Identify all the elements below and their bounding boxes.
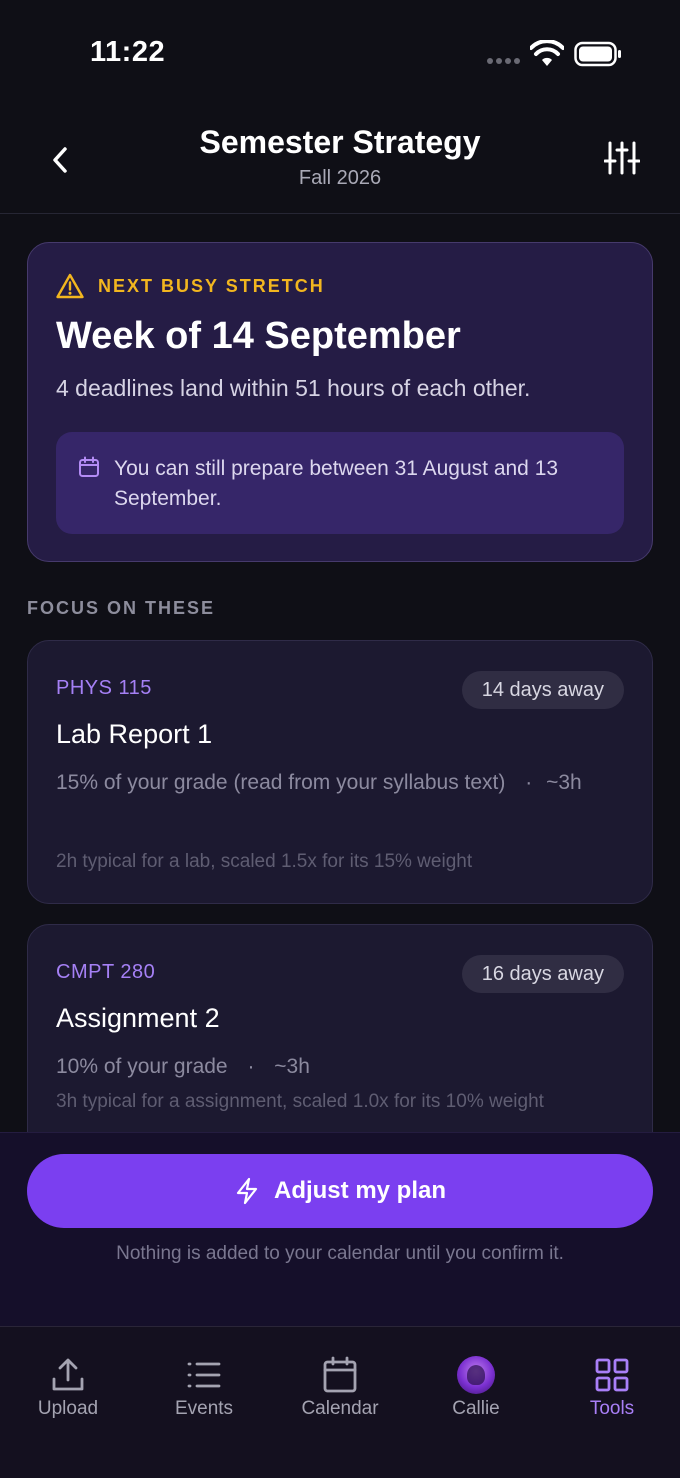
course-code: CMPT 280 bbox=[56, 961, 156, 983]
tab-upload[interactable]: Upload bbox=[0, 1327, 136, 1437]
tab-label: Tools bbox=[589, 1398, 635, 1419]
tab-callie[interactable]: Callie bbox=[408, 1327, 544, 1437]
page-subtitle: Fall 2026 bbox=[298, 167, 382, 189]
grade-info-line: 10% of your grade · ~3h bbox=[56, 1045, 616, 1089]
page-title: Semester Strategy bbox=[199, 124, 481, 160]
wifi-icon bbox=[530, 40, 564, 66]
settings-button[interactable] bbox=[598, 136, 646, 180]
time-estimate: ~3h bbox=[546, 771, 582, 794]
separator-dot: · bbox=[247, 1055, 255, 1078]
list-icon bbox=[184, 1355, 224, 1395]
time-estimate: ~3h bbox=[274, 1055, 310, 1078]
deadline-title: Assignment 2 bbox=[56, 1003, 220, 1033]
deadline-title: Lab Report 1 bbox=[56, 719, 213, 749]
separator-dot: · bbox=[525, 771, 533, 794]
prep-window-text: You can still prepare between 31 August … bbox=[114, 457, 559, 510]
battery-icon bbox=[574, 41, 621, 67]
lightning-icon bbox=[236, 1177, 258, 1205]
grid-icon bbox=[592, 1355, 632, 1395]
grade-info: 10% of your grade bbox=[56, 1055, 228, 1078]
avatar bbox=[456, 1355, 496, 1395]
tab-label: Upload bbox=[37, 1398, 99, 1419]
tab-label: Callie bbox=[452, 1398, 500, 1419]
grade-info-line: 15% of your grade (read from your syllab… bbox=[56, 761, 616, 805]
tab-calendar[interactable]: Calendar bbox=[272, 1327, 408, 1437]
tab-events[interactable]: Events bbox=[136, 1327, 272, 1437]
grade-info: 15% of your grade (read from your syllab… bbox=[56, 771, 506, 794]
focus-card-lab-report[interactable]: PHYS 115 14 days away Lab Report 1 15% o… bbox=[27, 640, 653, 904]
estimate-note: 3h typical for a assignment, scaled 1.0x… bbox=[56, 1091, 544, 1112]
tab-label: Events bbox=[174, 1398, 234, 1419]
confirm-note: Nothing is added to your calendar until … bbox=[116, 1243, 564, 1264]
busy-stretch-title: Week of 14 September bbox=[56, 315, 461, 357]
tab-tools[interactable]: Tools bbox=[544, 1327, 680, 1437]
cellular-signal-icon bbox=[487, 58, 521, 66]
calendar-icon bbox=[320, 1355, 360, 1395]
status-time: 11:22 bbox=[90, 36, 166, 68]
focus-section-label: FOCUS ON THESE bbox=[27, 598, 216, 618]
adjust-plan-button[interactable]: Adjust my plan bbox=[27, 1154, 653, 1228]
status-bar: 11:22 bbox=[0, 0, 680, 110]
days-away-badge: 16 days away bbox=[461, 955, 624, 993]
focus-list: PHYS 115 14 days away Lab Report 1 15% o… bbox=[0, 640, 680, 1132]
upload-icon bbox=[48, 1355, 88, 1395]
tab-label: Calendar bbox=[301, 1398, 379, 1419]
header: Semester Strategy Fall 2026 bbox=[0, 110, 680, 214]
warning-icon bbox=[56, 273, 84, 299]
course-code: PHYS 115 bbox=[56, 677, 152, 699]
calendar-icon bbox=[79, 456, 99, 477]
busy-stretch-card: NEXT BUSY STRETCH Week of 14 September 4… bbox=[27, 242, 653, 562]
sliders-icon bbox=[604, 141, 640, 175]
busy-stretch-label: NEXT BUSY STRETCH bbox=[98, 275, 325, 296]
tab-bar: Upload Events Calendar Callie Tools bbox=[0, 1326, 680, 1478]
action-area: Adjust my plan Nothing is added to your … bbox=[0, 1132, 680, 1326]
adjust-plan-label: Adjust my plan bbox=[273, 1177, 447, 1204]
estimate-note: 2h typical for a lab, scaled 1.5x for it… bbox=[56, 851, 473, 872]
focus-card-assignment[interactable]: CMPT 280 16 days away Assignment 2 10% o… bbox=[27, 924, 653, 1132]
busy-label-row: NEXT BUSY STRETCH bbox=[56, 273, 325, 299]
prep-window-box: You can still prepare between 31 August … bbox=[56, 432, 624, 534]
days-away-badge: 14 days away bbox=[461, 671, 624, 709]
busy-stretch-description: 4 deadlines land within 51 hours of each… bbox=[56, 375, 531, 401]
